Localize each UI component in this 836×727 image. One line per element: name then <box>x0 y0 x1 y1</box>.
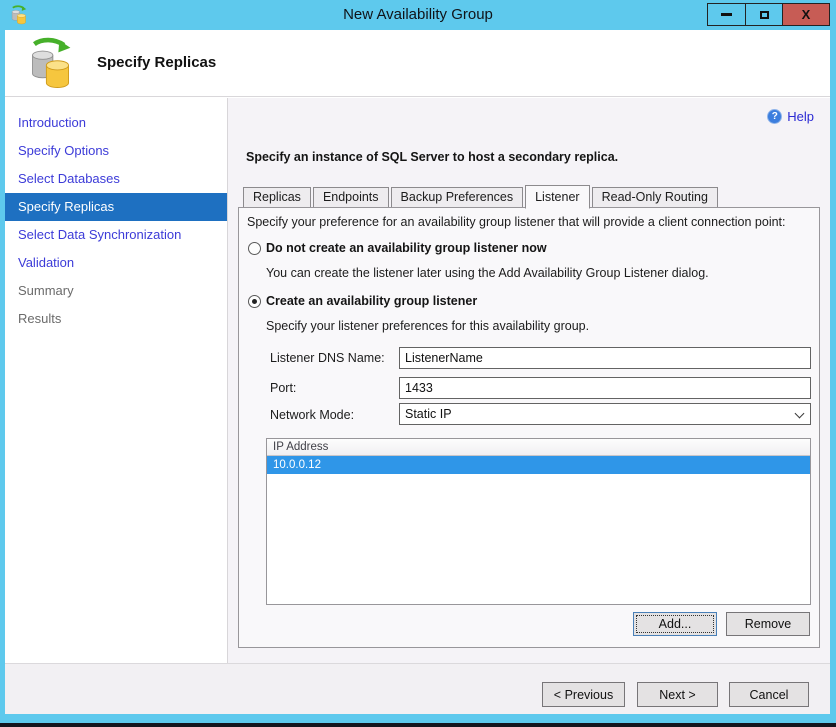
minimize-button[interactable] <box>708 4 745 25</box>
remove-button[interactable]: Remove <box>726 612 810 636</box>
sidebar-item-select-databases[interactable]: Select Databases <box>5 165 227 193</box>
steps-nav: Introduction Specify Options Select Data… <box>5 109 227 333</box>
network-mode-value: Static IP <box>405 407 452 421</box>
cancel-button[interactable]: Cancel <box>729 682 809 707</box>
option-no-listener-label[interactable]: Do not create an availability group list… <box>266 241 547 255</box>
sidebar-item-results: Results <box>18 311 62 326</box>
listener-tab-page: Specify your preference for an availabil… <box>238 207 820 648</box>
tab-endpoints[interactable]: Endpoints <box>312 187 389 208</box>
listener-intro-text: Specify your preference for an availabil… <box>247 215 786 229</box>
sidebar-item-validation[interactable]: Validation <box>5 249 227 277</box>
add-button[interactable]: Add... <box>633 612 717 636</box>
tab-backup-preferences[interactable]: Backup Preferences <box>390 187 524 208</box>
network-mode-label: Network Mode: <box>270 408 355 422</box>
sidebar-item-select-data-synchronization[interactable]: Select Data Synchronization <box>5 221 227 249</box>
sidebar-item-introduction[interactable]: Introduction <box>5 109 227 137</box>
tab-read-only-routing[interactable]: Read-Only Routing <box>591 187 718 208</box>
radio-do-not-create-listener[interactable] <box>248 242 261 255</box>
close-button[interactable]: X <box>782 4 829 25</box>
ip-address-row[interactable]: 10.0.0.12 <box>267 456 810 474</box>
wizard-footer: < Previous Next > Cancel <box>5 663 830 714</box>
page-instruction: Specify an instance of SQL Server to hos… <box>246 150 619 164</box>
window-controls: X <box>707 3 830 26</box>
minimize-icon <box>721 13 732 16</box>
dns-name-input[interactable] <box>399 347 811 369</box>
replica-databases-icon <box>27 37 75 90</box>
wizard-steps-sidebar: Introduction Specify Options Select Data… <box>5 98 228 663</box>
port-input[interactable] <box>399 377 811 399</box>
option-create-listener-label[interactable]: Create an availability group listener <box>266 294 477 308</box>
desktop-edge <box>0 723 836 727</box>
maximize-button[interactable] <box>745 4 782 25</box>
help-link[interactable]: ? Help <box>767 109 814 124</box>
tab-replicas[interactable]: Replicas <box>243 187 311 208</box>
port-label: Port: <box>270 381 297 395</box>
maximize-icon <box>759 10 769 19</box>
radio-create-listener[interactable] <box>248 295 261 308</box>
ip-address-column-header[interactable]: IP Address <box>267 439 810 456</box>
option-no-listener-description: You can create the listener later using … <box>266 266 709 280</box>
dns-name-label: Listener DNS Name: <box>270 351 385 365</box>
previous-button[interactable]: < Previous <box>542 682 625 707</box>
sidebar-item-specify-replicas[interactable]: Specify Replicas <box>5 193 227 221</box>
sidebar-item-specify-options[interactable]: Specify Options <box>5 137 227 165</box>
new-availability-group-window: New Availability Group X Specify Replica… <box>0 0 836 727</box>
tab-listener[interactable]: Listener <box>525 185 590 209</box>
wizard-header: Specify Replicas <box>5 30 830 97</box>
help-icon: ? <box>767 109 783 124</box>
next-button[interactable]: Next > <box>637 682 718 707</box>
replica-tabs: Replicas Endpoints Backup Preferences Li… <box>243 185 720 209</box>
page-title: Specify Replicas <box>97 54 217 71</box>
option-create-listener-description: Specify your listener preferences for th… <box>266 319 590 333</box>
dialog-body: Specify Replicas Introduction Specify Op… <box>5 30 830 714</box>
wizard-content: ? Help Specify an instance of SQL Server… <box>228 98 830 663</box>
network-mode-select[interactable]: Static IP <box>399 403 811 425</box>
titlebar: New Availability Group X <box>0 0 836 30</box>
sidebar-item-summary: Summary <box>18 283 74 298</box>
chevron-down-icon <box>794 408 805 419</box>
close-icon: X <box>801 7 811 22</box>
ip-address-list: IP Address 10.0.0.12 <box>266 438 811 605</box>
help-label: Help <box>787 109 814 124</box>
